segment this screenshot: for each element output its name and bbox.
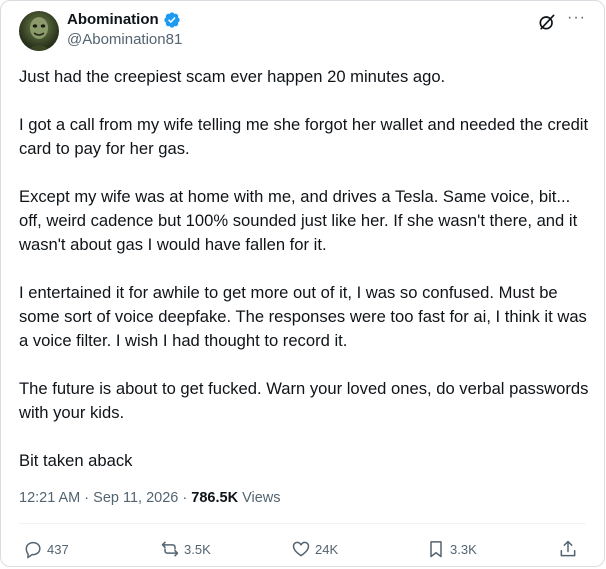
like-count: 24K xyxy=(315,541,339,557)
display-name-text[interactable]: Abomination xyxy=(67,11,159,29)
tweet-paragraph: Except my wife was at home with me, and … xyxy=(19,187,578,254)
bookmark-icon xyxy=(430,541,442,558)
more-options-icon[interactable]: ··· xyxy=(567,9,586,27)
tweet-time[interactable]: 12:21 AM xyxy=(19,490,80,506)
grok-icon[interactable] xyxy=(537,12,557,32)
tweet-paragraph: Bit taken aback xyxy=(19,451,133,470)
views-label: Views xyxy=(242,490,281,506)
tweet-text: Just had the creepiest scam ever happen … xyxy=(19,65,589,473)
reply-button[interactable]: 437 xyxy=(23,539,69,559)
verified-badge-icon[interactable] xyxy=(163,11,181,29)
tweet-paragraph: The future is about to get fucked. Warn … xyxy=(19,379,589,422)
repost-button[interactable]: 3.5K xyxy=(160,539,211,559)
meta-separator: · xyxy=(84,490,90,506)
meta-separator: · xyxy=(182,490,188,506)
share-button[interactable] xyxy=(558,539,578,559)
avatar[interactable] xyxy=(19,11,59,51)
display-name[interactable]: Abomination xyxy=(67,11,181,29)
tweet-meta: 12:21 AM · Sep 11, 2026 · 786.5K Views xyxy=(19,489,281,507)
repost-icon xyxy=(161,541,179,557)
divider xyxy=(19,523,586,524)
reply-icon xyxy=(25,541,41,559)
handle[interactable]: @Abomination81 xyxy=(67,31,182,49)
tweet-date[interactable]: Sep 11, 2026 xyxy=(93,490,178,506)
tweet-card: Abomination @Abomination81 ··· Just had … xyxy=(0,0,605,567)
tweet-paragraph: I got a call from my wife telling me she… xyxy=(19,115,589,158)
views-count[interactable]: 786.5K xyxy=(191,490,238,506)
reply-count: 437 xyxy=(47,541,69,557)
heart-icon xyxy=(292,541,310,557)
bookmark-button[interactable]: 3.3K xyxy=(426,539,477,559)
bookmark-count: 3.3K xyxy=(450,541,477,557)
action-bar: 437 3.5K 24K 3.3K xyxy=(23,539,583,561)
tweet-paragraph: I entertained it for awhile to get more … xyxy=(19,283,587,350)
zombie-avatar-icon xyxy=(27,15,51,51)
tweet-paragraph: Just had the creepiest scam ever happen … xyxy=(19,67,446,86)
repost-count: 3.5K xyxy=(184,541,211,557)
like-button[interactable]: 24K xyxy=(291,539,338,559)
share-icon xyxy=(560,540,576,557)
